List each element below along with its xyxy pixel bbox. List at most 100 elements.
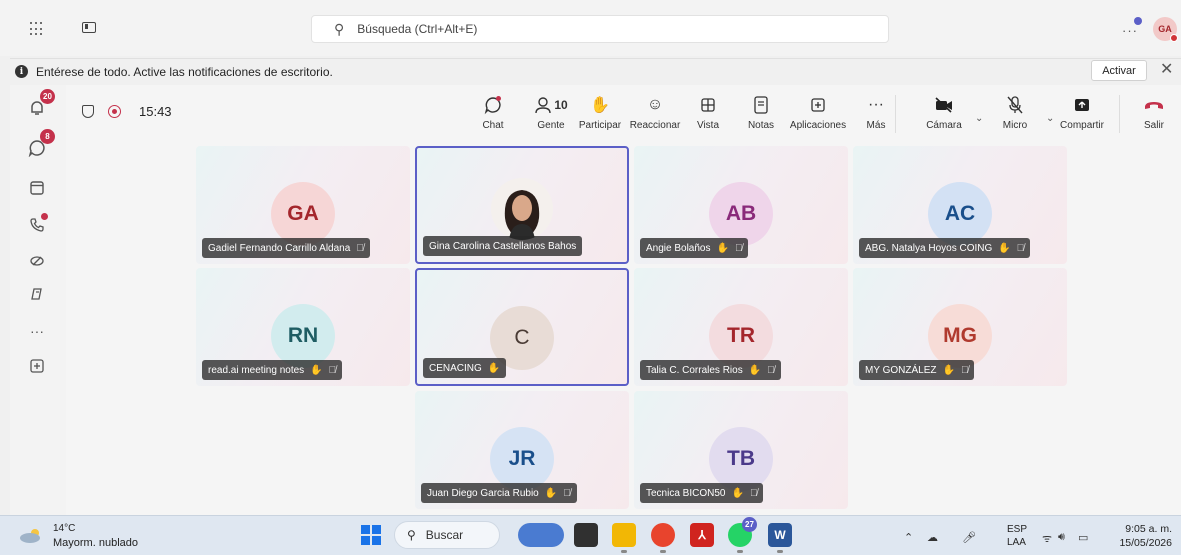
taskbar-search-label: Buscar <box>425 528 464 542</box>
participant-name: Tecnica BICON50 <box>646 487 726 499</box>
close-icon[interactable]: ✕ <box>1160 59 1173 79</box>
raised-hand-icon: ✋ <box>716 242 729 254</box>
more-options-icon[interactable]: ··· <box>1122 17 1142 38</box>
cloud-weather-icon[interactable] <box>18 527 44 543</box>
participant-nametag: Gadiel Fernando Carrillo Aldana 🎙̸ <box>202 238 370 258</box>
raise-hand-button[interactable]: ✋ Participar <box>570 93 630 131</box>
activity-badge: 20 <box>40 89 55 104</box>
battery-icon[interactable]: ▭ <box>1078 531 1088 544</box>
share-button[interactable]: Compartir <box>1052 93 1112 131</box>
add-apps-icon <box>811 98 825 112</box>
muted-mic-icon: 🎙̸ <box>1016 242 1025 254</box>
show-hidden-icons-chevron[interactable]: ⌃ <box>904 531 913 544</box>
activate-button[interactable]: Activar <box>1091 60 1147 81</box>
task-view-icon[interactable] <box>574 523 598 547</box>
hand-icon: ✋ <box>590 97 610 114</box>
pdf-reader-icon[interactable]: ⅄ <box>690 523 714 547</box>
participant-nametag: MY GONZÁLEZ ✋ 🎙̸ <box>859 360 975 380</box>
participant-tile[interactable]: AB Angie Bolaños ✋ 🎙̸ <box>634 146 848 264</box>
camera-label: Cámara <box>926 120 962 131</box>
muted-mic-icon: 🎙̸ <box>749 487 758 499</box>
onedrive-icon[interactable] <box>26 249 48 271</box>
add-app-icon[interactable] <box>26 355 48 377</box>
mic-button[interactable]: Micro <box>985 93 1045 131</box>
notes-label: Notas <box>747 120 775 131</box>
microphone-tray-icon[interactable]: 🎤︎ <box>962 531 976 544</box>
onedrive-tray-icon[interactable]: ☁ <box>927 531 938 544</box>
participant-nametag: read.ai meeting notes ✋ 🎙̸ <box>202 360 343 380</box>
more-button[interactable]: ··· Más <box>846 93 906 131</box>
participant-tile[interactable]: AC ABG. Natalya Hoyos COING ✋ 🎙̸ <box>853 146 1067 264</box>
more-apps-icon[interactable]: ··· <box>26 320 48 342</box>
view-button[interactable]: Vista <box>678 93 738 131</box>
participant-name: Angie Bolaños <box>646 242 711 254</box>
participant-grid: GA Gadiel Fernando Carrillo Aldana 🎙̸ Gin… <box>66 143 1181 513</box>
view-label: Vista <box>696 120 720 131</box>
participant-tile[interactable]: TR Talia C. Corrales Rios ✋ 🎙̸ <box>634 268 848 386</box>
leave-label: Salir <box>1143 120 1164 131</box>
participant-nametag: CENACING ✋ <box>423 358 507 378</box>
participant-tile[interactable]: GA Gadiel Fernando Carrillo Aldana 🎙̸ <box>196 146 410 264</box>
notes-button[interactable]: Notas <box>731 93 791 131</box>
react-button[interactable]: ☺ Reaccionar <box>625 93 685 131</box>
running-indicator <box>621 550 627 553</box>
chrome-icon[interactable] <box>651 523 675 553</box>
info-icon: i <box>15 65 28 78</box>
search-box[interactable]: ⚲ Búsqueda (Ctrl+Alt+E) <box>311 15 889 43</box>
hang-up-icon <box>1145 102 1163 109</box>
lang-primary: ESP <box>1007 524 1028 535</box>
copilot-icon[interactable] <box>26 283 48 305</box>
widget-app-icon[interactable] <box>518 523 564 547</box>
raised-hand-icon: ✋ <box>310 364 323 376</box>
muted-mic-icon: 🎙̸ <box>563 487 571 499</box>
word-icon[interactable]: W <box>768 523 792 553</box>
camera-button[interactable]: Cámara <box>914 93 974 131</box>
security-shield-icon <box>82 105 94 118</box>
wifi-icon[interactable]: ᯤ <box>1042 531 1052 546</box>
apps-button[interactable]: Aplicaciones <box>788 93 848 131</box>
notes-icon <box>754 96 768 114</box>
participant-tile[interactable]: RN read.ai meeting notes ✋ 🎙̸ <box>196 268 410 386</box>
raised-hand-icon: ✋ <box>942 364 955 376</box>
user-avatar[interactable]: GA <box>1153 17 1178 42</box>
participant-nametag: ABG. Natalya Hoyos COING ✋ 🎙̸ <box>859 238 1031 258</box>
chat-button[interactable]: Chat <box>463 93 523 131</box>
windows-start-icon[interactable] <box>361 525 381 545</box>
raised-hand-icon: ✋ <box>731 487 744 499</box>
speaker-icon[interactable]: 🔊︎ <box>1058 531 1065 544</box>
mic-label: Micro <box>1002 120 1028 131</box>
participant-tile[interactable]: JR Juan Diego Garcia Rubio ✋ 🎙̸ <box>415 391 629 509</box>
participant-name: Gina Carolina Castellanos Bahos <box>429 240 577 252</box>
participant-tile[interactable]: C CENACING ✋ <box>415 268 629 386</box>
toolbar-divider <box>895 95 896 133</box>
language-indicator[interactable]: ESP LAA <box>1007 523 1027 549</box>
side-panel-icon[interactable] <box>82 22 96 33</box>
whatsapp-icon[interactable]: 27 <box>728 517 757 553</box>
activity-icon[interactable]: 20 <box>26 89 55 119</box>
chat-rail-icon[interactable]: 8 <box>26 129 55 159</box>
participant-avatar: JR <box>490 427 554 491</box>
running-indicator <box>737 550 743 553</box>
calls-icon[interactable] <box>26 213 48 236</box>
participant-nametag: Angie Bolaños ✋ 🎙̸ <box>640 238 749 258</box>
system-clock[interactable]: 9:05 a. m. 15/05/2026 <box>1112 522 1172 550</box>
weather-description[interactable]: Mayorm. nublado <box>53 537 138 549</box>
camera-options-chevron-icon[interactable]: ⌄ <box>975 113 983 124</box>
whatsapp-badge: 27 <box>742 517 757 532</box>
temperature[interactable]: 14°C <box>53 523 75 534</box>
participant-tile[interactable]: MG MY GONZÁLEZ ✋ 🎙̸ <box>853 268 1067 386</box>
leave-button[interactable]: Salir <box>1124 93 1181 131</box>
app-launcher-icon[interactable] <box>30 22 44 36</box>
participant-tile[interactable]: Gina Carolina Castellanos Bahos <box>415 146 629 264</box>
status-indicator <box>1170 34 1178 42</box>
participant-tile[interactable]: TB Tecnica BICON50 ✋ 🎙̸ <box>634 391 848 509</box>
raised-hand-icon: ✋ <box>487 362 501 374</box>
muted-mic-icon: 🎙̸ <box>767 364 775 376</box>
chat-icon <box>484 96 501 115</box>
calendar-icon[interactable] <box>26 177 48 199</box>
file-explorer-icon[interactable] <box>612 523 636 553</box>
taskbar-search[interactable]: ⚲ Buscar <box>394 521 500 549</box>
participant-avatar: TR <box>709 304 773 368</box>
share-label: Compartir <box>1060 120 1104 131</box>
running-indicator <box>660 550 666 553</box>
